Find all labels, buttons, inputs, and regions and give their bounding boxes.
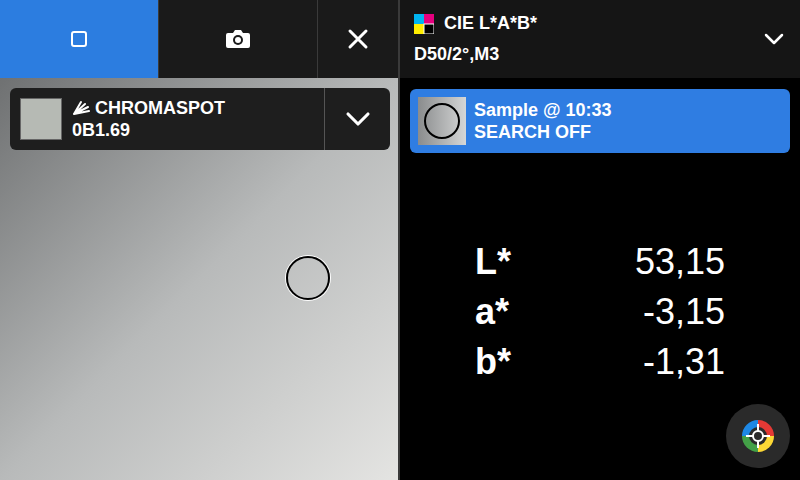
toolbar xyxy=(0,0,398,78)
match-dropdown-button[interactable] xyxy=(324,88,390,150)
lab-row: b* -1,31 xyxy=(475,337,725,387)
chevron-down-icon xyxy=(762,27,786,51)
app: CHROMASPOT0B1.69 CIE L*A*B* D50/2°,M3 Sampl… xyxy=(0,0,800,480)
lab-label: b* xyxy=(475,335,511,389)
mode-title: CIE L*A*B* xyxy=(444,10,537,37)
chromaspot-logo-icon xyxy=(72,100,90,116)
close-button[interactable] xyxy=(318,0,398,78)
lab-label: a* xyxy=(475,285,509,339)
cmyk-icon xyxy=(414,14,434,34)
lab-value: -1,31 xyxy=(643,335,725,389)
color-wheel-icon xyxy=(740,418,776,454)
lab-row: a* -3,15 xyxy=(475,287,725,337)
camera-icon xyxy=(225,28,251,50)
preview-button[interactable] xyxy=(0,0,158,78)
match-brand: CHROMASPOT xyxy=(95,97,225,120)
chevron-down-icon xyxy=(343,104,373,134)
lab-values: L* 53,15 a* -3,15 b* -1,31 xyxy=(475,237,725,387)
lab-label: L* xyxy=(475,235,511,289)
color-wheel-button[interactable] xyxy=(726,404,790,468)
close-icon xyxy=(347,28,369,50)
square-icon xyxy=(70,30,88,48)
match-card[interactable]: CHROMASPOT0B1.69 xyxy=(10,88,390,150)
sample-title: Sample @ 10:33 xyxy=(474,99,612,122)
sample-thumbnail xyxy=(418,97,466,145)
camera-view: CHROMASPOT0B1.69 xyxy=(0,78,398,480)
sample-search: SEARCH OFF xyxy=(474,121,612,144)
lab-row: L* 53,15 xyxy=(475,237,725,287)
camera-pane: CHROMASPOT0B1.69 xyxy=(0,0,398,480)
sample-card[interactable]: Sample @ 10:33SEARCH OFF xyxy=(410,89,790,153)
target-circle xyxy=(286,256,330,300)
color-swatch xyxy=(20,98,62,140)
lab-value: -3,15 xyxy=(643,285,725,339)
lab-value: 53,15 xyxy=(635,235,725,289)
match-code: 0B1.69 xyxy=(72,119,225,142)
mode-subtitle: D50/2°,M3 xyxy=(414,41,752,68)
results-pane: CIE L*A*B* D50/2°,M3 Sample @ 10:33SEARCH … xyxy=(400,0,800,480)
camera-button[interactable] xyxy=(159,0,317,78)
mode-header[interactable]: CIE L*A*B* D50/2°,M3 xyxy=(400,0,800,78)
